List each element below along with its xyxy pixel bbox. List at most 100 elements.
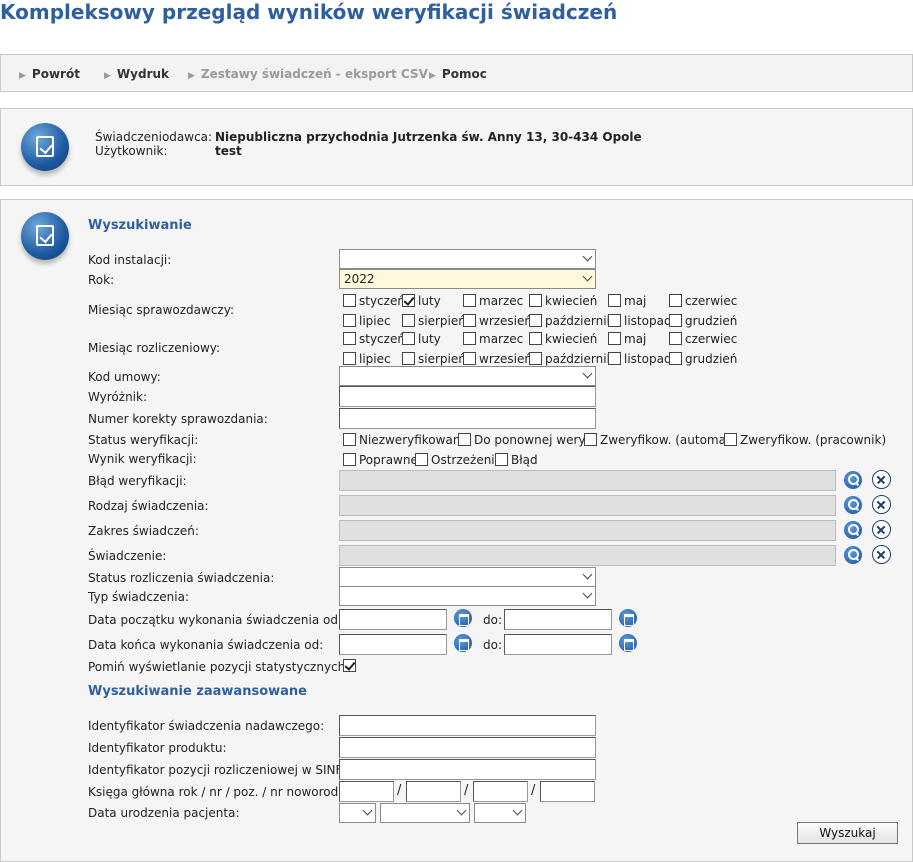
- calendar-icon[interactable]: [454, 634, 472, 652]
- miesiac-rozliczeniowy-checkbox[interactable]: [343, 332, 356, 345]
- miesiac-rozliczeniowy-checkbox[interactable]: [463, 352, 476, 365]
- miesiac-rozliczeniowy-label: luty: [418, 332, 441, 346]
- wynik-poprawne-checkbox[interactable]: [343, 453, 356, 466]
- id-pozycji-input[interactable]: [339, 759, 596, 780]
- data-urodzenia-dzien-select[interactable]: [339, 803, 376, 823]
- calendar-icon[interactable]: [619, 609, 637, 627]
- kod-instalacji-label: Kod instalacji:: [88, 253, 172, 267]
- miesiac-rozliczeniowy-checkbox[interactable]: [608, 332, 621, 345]
- status-automat-checkbox[interactable]: [584, 433, 597, 446]
- miesiac-sprawozdawczy-checkbox[interactable]: [343, 294, 356, 307]
- miesiac-rozliczeniowy-label: Miesiąc rozliczeniowy:: [88, 341, 221, 355]
- search-icon[interactable]: [844, 496, 862, 514]
- miesiac-sprawozdawczy-label: grudzień: [685, 314, 738, 328]
- blad-label: Błąd weryfikacji:: [88, 474, 187, 488]
- wynik-option-label: Poprawne: [359, 453, 418, 467]
- wynik-ostrzezenie-checkbox[interactable]: [415, 453, 428, 466]
- pomin-checkbox[interactable]: [343, 659, 356, 672]
- kod-instalacji-select[interactable]: [339, 249, 596, 269]
- miesiac-rozliczeniowy-checkbox[interactable]: [608, 352, 621, 365]
- miesiac-rozliczeniowy-checkbox[interactable]: [343, 352, 356, 365]
- status-niezweryfikowane-checkbox[interactable]: [343, 433, 356, 446]
- id-produktu-input[interactable]: [339, 737, 596, 758]
- typ-select[interactable]: [339, 586, 596, 606]
- clear-icon[interactable]: [872, 495, 891, 514]
- miesiac-sprawozdawczy-checkbox[interactable]: [529, 294, 542, 307]
- export-csv-link-label: Zestawy świadczeń - eksport CSV: [200, 67, 428, 81]
- miesiac-sprawozdawczy-checkbox[interactable]: [463, 314, 476, 327]
- clear-icon[interactable]: [872, 470, 891, 489]
- status-do-ponownej-checkbox[interactable]: [458, 433, 471, 446]
- miesiac-sprawozdawczy-checkbox[interactable]: [343, 314, 356, 327]
- miesiac-sprawozdawczy-checkbox[interactable]: [402, 294, 415, 307]
- data-urodzenia-miesiac-select[interactable]: [380, 803, 470, 823]
- ksiega-poz-input[interactable]: [473, 781, 528, 802]
- triangle-right-icon: ▶: [104, 71, 111, 81]
- miesiac-rozliczeniowy-checkbox[interactable]: [669, 352, 682, 365]
- ksiega-rok-input[interactable]: [339, 781, 394, 802]
- miesiac-sprawozdawczy-checkbox[interactable]: [463, 294, 476, 307]
- wyroznik-input[interactable]: [339, 386, 596, 407]
- search-button[interactable]: Wyszukaj: [797, 822, 898, 844]
- wynik-blad-checkbox[interactable]: [495, 453, 508, 466]
- back-link[interactable]: ▶ Powrót: [19, 67, 80, 81]
- status-rozliczenia-select[interactable]: [339, 567, 596, 587]
- advanced-heading: Wyszukiwanie zaawansowane: [88, 684, 307, 699]
- clear-icon[interactable]: [872, 545, 891, 564]
- blad-input: [339, 470, 836, 491]
- miesiac-sprawozdawczy-checkbox[interactable]: [669, 294, 682, 307]
- miesiac-sprawozdawczy-checkbox[interactable]: [608, 314, 621, 327]
- ksiega-label: Księga główna rok / nr / poz. / nr nowor…: [88, 785, 357, 799]
- miesiac-sprawozdawczy-checkbox[interactable]: [402, 314, 415, 327]
- triangle-right-icon: ▶: [188, 71, 195, 81]
- clear-icon[interactable]: [872, 520, 891, 539]
- miesiac-rozliczeniowy-label: czerwiec: [685, 332, 738, 346]
- rok-select[interactable]: 2022: [339, 269, 596, 289]
- miesiac-rozliczeniowy-checkbox[interactable]: [402, 332, 415, 345]
- toolbar: ▶ Powrót ▶ Wydruk ▶ Zestawy świadczeń - eks…: [0, 54, 913, 92]
- chevron-down-icon: [362, 805, 373, 816]
- wynik-option-label: Ostrzeżenie: [431, 453, 503, 467]
- data-konca-od-input[interactable]: [339, 634, 447, 655]
- chevron-down-icon: [456, 805, 467, 816]
- kod-umowy-select[interactable]: [339, 366, 596, 386]
- data-urodzenia-rok-select[interactable]: [474, 803, 526, 823]
- miesiac-sprawozdawczy-checkbox[interactable]: [608, 294, 621, 307]
- calendar-icon[interactable]: [619, 634, 637, 652]
- miesiac-rozliczeniowy-checkbox[interactable]: [463, 332, 476, 345]
- calendar-icon[interactable]: [454, 609, 472, 627]
- id-swiadczenia-label: Identyfikator świadczenia nadawczego:: [88, 719, 325, 733]
- miesiac-sprawozdawczy-label: październik: [545, 314, 614, 328]
- search-icon[interactable]: [844, 546, 862, 564]
- numer-korekty-input[interactable]: [339, 408, 596, 429]
- miesiac-rozliczeniowy-checkbox[interactable]: [669, 332, 682, 345]
- miesiac-sprawozdawczy-checkbox[interactable]: [669, 314, 682, 327]
- document-check-icon: [21, 123, 69, 171]
- miesiac-sprawozdawczy-label: kwiecień: [545, 294, 598, 308]
- print-link[interactable]: ▶ Wydruk: [104, 67, 169, 81]
- search-icon[interactable]: [844, 521, 862, 539]
- export-csv-link[interactable]: ▶ Zestawy świadczeń - eksport CSV: [188, 67, 428, 81]
- ksiega-noworodek-input[interactable]: [540, 781, 595, 802]
- search-panel: Wyszukiwanie Kod instalacji: Rok: 2022 M…: [0, 199, 913, 862]
- miesiac-sprawozdawczy-checkbox[interactable]: [529, 314, 542, 327]
- status-pracownik-checkbox[interactable]: [724, 433, 737, 446]
- data-poczatku-od-input[interactable]: [339, 609, 447, 630]
- miesiac-sprawozdawczy-label: marzec: [479, 294, 524, 308]
- do-label: do:: [483, 638, 503, 652]
- help-link[interactable]: ▶ Pomoc: [429, 67, 487, 81]
- miesiac-rozliczeniowy-checkbox[interactable]: [529, 352, 542, 365]
- miesiac-rozliczeniowy-label: wrzesień: [479, 352, 533, 366]
- ksiega-nr-input[interactable]: [406, 781, 461, 802]
- zakres-label: Zakres świadczeń:: [88, 524, 199, 538]
- miesiac-rozliczeniowy-checkbox[interactable]: [529, 332, 542, 345]
- data-poczatku-do-input[interactable]: [504, 609, 612, 630]
- miesiac-rozliczeniowy-checkbox[interactable]: [402, 352, 415, 365]
- slash: /: [397, 783, 402, 798]
- search-icon[interactable]: [844, 471, 862, 489]
- status-option-label: Do ponownej weryf.: [474, 433, 593, 447]
- data-konca-do-input[interactable]: [504, 634, 612, 655]
- id-swiadczenia-input[interactable]: [339, 715, 596, 736]
- status-option-label: Niezweryfikowane: [359, 433, 468, 447]
- miesiac-sprawozdawczy-label: luty: [418, 294, 441, 308]
